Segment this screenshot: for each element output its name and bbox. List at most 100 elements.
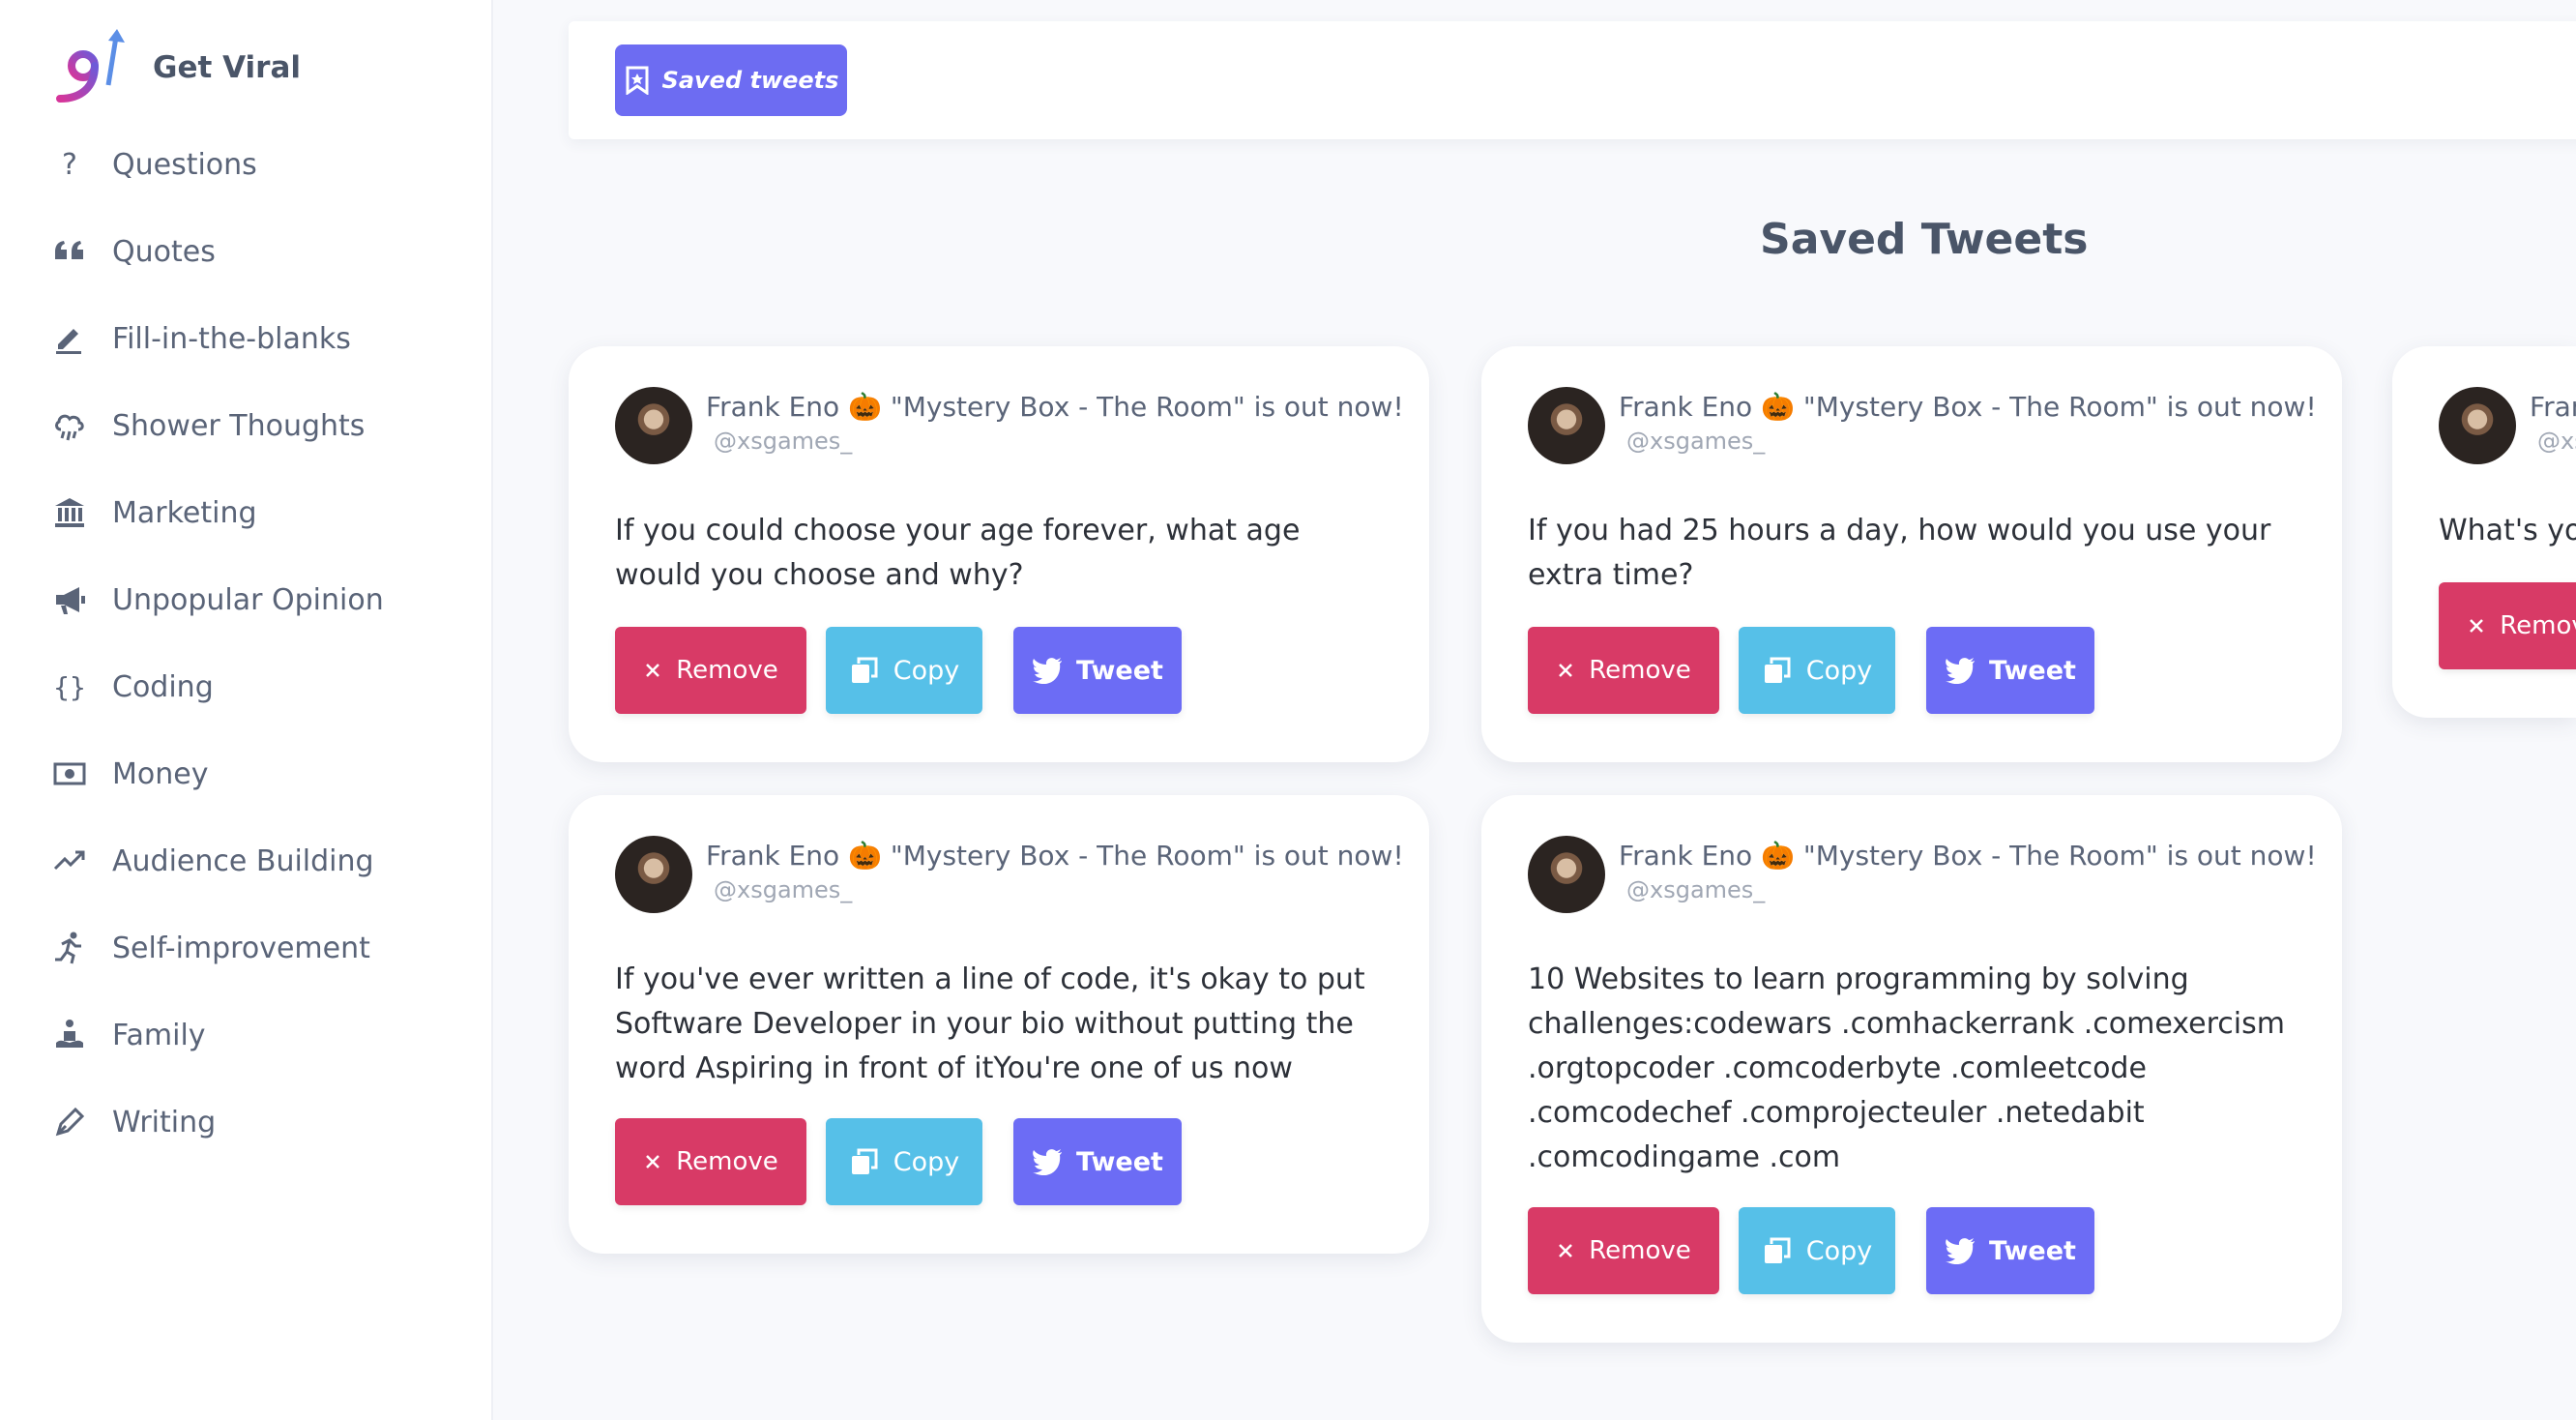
copy-icon (851, 657, 878, 683)
twitter-bird-icon (1033, 1149, 1063, 1175)
copy-button[interactable]: Copy (826, 1118, 982, 1205)
card-actions: Remove Copy Tweet (1528, 1207, 2114, 1294)
sidebar-item-label: Unpopular Opinion (112, 582, 384, 617)
close-icon (2470, 619, 2484, 633)
twitter-bird-icon (1033, 658, 1063, 684)
avatar (1528, 387, 1605, 464)
card-actions: Remove (2439, 582, 2576, 669)
sidebar-item-coding[interactable]: {} Coding (0, 643, 491, 730)
card-actions: Remove Copy Tweet (1528, 627, 2114, 714)
copy-button[interactable]: Copy (1739, 1207, 1895, 1294)
question-icon: ? (50, 145, 89, 184)
top-bar: Saved tweets (569, 21, 2576, 139)
sidebar-item-label: Coding (112, 669, 214, 704)
tweet-button[interactable]: Tweet (1926, 627, 2094, 714)
tweet-text: If you had 25 hours a day, how would you… (1528, 514, 2271, 592)
author-name: Frank Eno 🎃 "Mystery Box - The Room" is … (1619, 391, 2317, 423)
running-icon (50, 929, 89, 967)
author-name: Frank Eno 🎃 "Mystery Box - The Room" is … (1619, 840, 2317, 872)
sidebar-item-family[interactable]: Family (0, 991, 491, 1079)
author-handle: @xsgames_ (1626, 876, 1766, 903)
sidebar-item-self-improvement[interactable]: Self-improvement (0, 904, 491, 991)
quote-icon (50, 232, 89, 271)
author-handle: @xsgames_ (714, 876, 853, 903)
copy-label: Copy (1805, 655, 1873, 686)
sidebar-item-writing[interactable]: Writing (0, 1079, 491, 1166)
author-handle: @xsgames_ (1626, 428, 1766, 455)
author-name: Frank Eno 🎃 "Mystery Box - The Room" is … (706, 391, 1404, 423)
sidebar-item-questions[interactable]: ? Questions (0, 121, 491, 208)
avatar (2439, 387, 2516, 464)
sidebar-item-label: Fill-in-the-blanks (112, 321, 351, 356)
sidebar-item-label: Shower Thoughts (112, 408, 366, 443)
tweet-card: Frank Eno 🎃 "Mystery Box - The Room" is … (569, 795, 1429, 1254)
braces-icon: {} (50, 667, 89, 706)
remove-button[interactable]: Remove (615, 627, 806, 714)
tweet-label: Tweet (1076, 1146, 1163, 1177)
sidebar-nav: ? Questions Quotes Fill-in-the-blanks Sh… (0, 121, 491, 1166)
author-handle: @xsgames_ (2537, 428, 2576, 455)
remove-button[interactable]: Remove (1528, 627, 1719, 714)
sidebar-item-quotes[interactable]: Quotes (0, 208, 491, 295)
copy-icon (851, 1148, 878, 1174)
tweet-text: 10 Websites to learn programming by solv… (1528, 962, 2285, 1174)
tweet-label: Tweet (1076, 655, 1163, 686)
megaphone-icon (50, 580, 89, 619)
sidebar-item-label: Money (112, 756, 209, 791)
remove-label: Remove (676, 656, 778, 685)
author-handle: @xsgames_ (714, 428, 853, 455)
card-actions: Remove Copy Tweet (615, 627, 1201, 714)
page-title: Saved Tweets (1760, 215, 2089, 264)
brand-name: Get Viral (153, 50, 301, 85)
author-name: Frank Eno 🎃 "Mystery Box - The Room" is … (706, 840, 1404, 872)
remove-label: Remove (676, 1147, 778, 1176)
sidebar-item-label: Family (112, 1018, 206, 1052)
avatar (1528, 836, 1605, 913)
tweet-card: Frank Eno 🎃 "Mystery Box - The Room" is … (1481, 346, 2342, 762)
author-name: Frank Eno 🎃 "Mystery Box - The Room" is … (2530, 391, 2576, 423)
tweet-button[interactable]: Tweet (1926, 1207, 2094, 1294)
tweet-button[interactable]: Tweet (1013, 1118, 1182, 1205)
remove-button[interactable]: Remove (615, 1118, 806, 1205)
brand[interactable]: Get Viral (52, 27, 301, 108)
close-icon (1559, 664, 1573, 677)
copy-label: Copy (1805, 1235, 1873, 1266)
close-icon (646, 1155, 660, 1169)
close-icon (646, 664, 660, 677)
sidebar-item-label: Quotes (112, 234, 216, 269)
bookmark-icon (626, 66, 649, 95)
card-actions: Remove Copy Tweet (615, 1118, 1201, 1205)
copy-label: Copy (893, 1146, 960, 1177)
remove-label: Remove (1589, 656, 1691, 685)
tweet-card: Frank Eno 🎃 "Mystery Box - The Room" is … (2392, 346, 2576, 718)
bank-icon (50, 493, 89, 532)
saved-tweets-button[interactable]: Saved tweets (615, 44, 847, 116)
sidebar-item-money[interactable]: Money (0, 730, 491, 817)
remove-button[interactable]: Remove (2439, 582, 2576, 669)
tweet-card: Frank Eno 🎃 "Mystery Box - The Room" is … (569, 346, 1429, 762)
twitter-bird-icon (1946, 658, 1976, 684)
tweet-text: What's your (2439, 514, 2576, 547)
sidebar-item-marketing[interactable]: Marketing (0, 469, 491, 556)
remove-button[interactable]: Remove (1528, 1207, 1719, 1294)
sidebar-item-unpopular-opinion[interactable]: Unpopular Opinion (0, 556, 491, 643)
money-icon (50, 754, 89, 793)
trending-up-icon (50, 842, 89, 880)
sidebar-item-shower-thoughts[interactable]: Shower Thoughts (0, 382, 491, 469)
sidebar-item-label: Marketing (112, 495, 257, 530)
copy-button[interactable]: Copy (1739, 627, 1895, 714)
saved-tweets-label: Saved tweets (661, 67, 839, 94)
tweet-button[interactable]: Tweet (1013, 627, 1182, 714)
tweet-label: Tweet (1989, 655, 2076, 686)
sidebar-item-label: Writing (112, 1105, 217, 1139)
sidebar-item-fill-in-the-blanks[interactable]: Fill-in-the-blanks (0, 295, 491, 382)
remove-label: Remove (2500, 611, 2576, 640)
sidebar-item-label: Self-improvement (112, 931, 370, 965)
pen-icon (50, 1103, 89, 1141)
avatar (615, 387, 692, 464)
copy-button[interactable]: Copy (826, 627, 982, 714)
family-icon (50, 1016, 89, 1054)
sidebar-item-audience-building[interactable]: Audience Building (0, 817, 491, 904)
cloud-rain-icon (50, 406, 89, 445)
svg-text:{}: {} (53, 671, 86, 703)
